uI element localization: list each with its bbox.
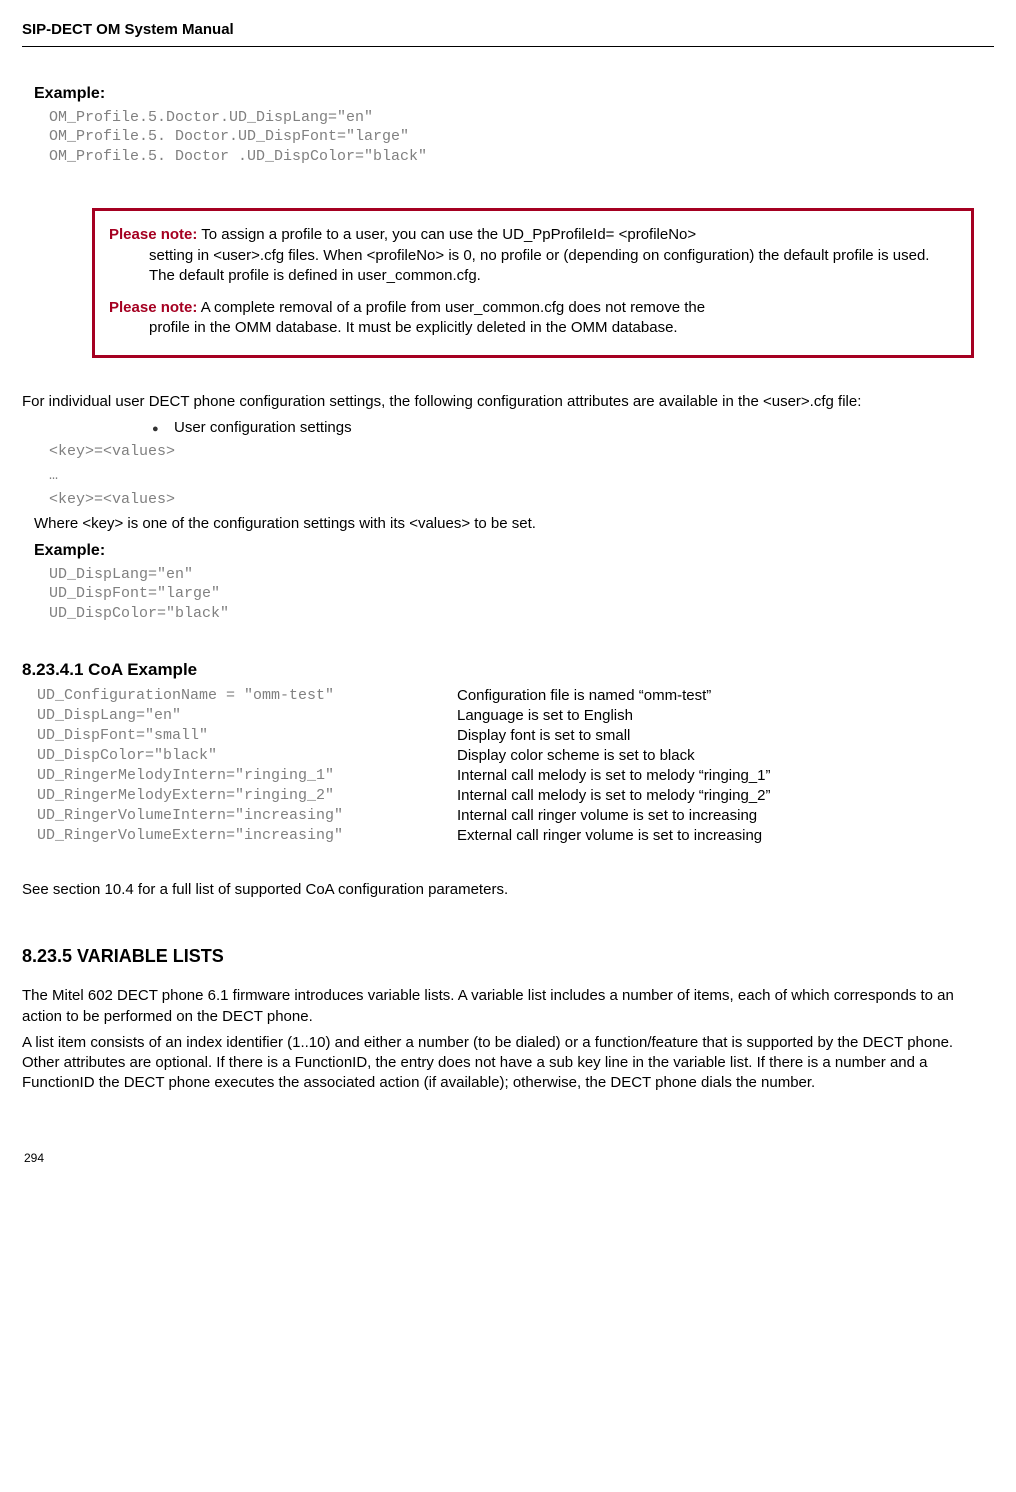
- where-line: Where <key> is one of the configuration …: [34, 514, 994, 534]
- note-2-rest: profile in the OMM database. It must be …: [149, 318, 957, 338]
- page-number: 294: [24, 1150, 994, 1166]
- intro-paragraph: For individual user DECT phone configura…: [22, 392, 994, 412]
- coa-desc-col: Configuration file is named “omm-test” L…: [457, 686, 770, 846]
- bullet-icon: ●: [152, 418, 174, 438]
- note-1-label: Please note:: [109, 226, 197, 243]
- coa-heading: 8.23.4.1 CoA Example: [22, 659, 994, 682]
- note-2-label: Please note:: [109, 299, 197, 316]
- kv-code-block: <key>=<values> … <key>=<values>: [34, 440, 994, 512]
- note-1-lead: To assign a profile to a user, you can u…: [197, 226, 696, 243]
- varlists-p1: The Mitel 602 DECT phone 6.1 firmware in…: [22, 986, 994, 1027]
- example-2-label: Example:: [34, 540, 994, 562]
- note-2: Please note: A complete removal of a pro…: [109, 298, 957, 339]
- doc-header-title: SIP-DECT OM System Manual: [22, 20, 994, 40]
- varlists-p2: A list item consists of an index identif…: [22, 1033, 994, 1094]
- bullet-user-config: ● User configuration settings: [152, 418, 994, 438]
- coa-code: UD_ConfigurationName = "omm-test" UD_Dis…: [37, 686, 457, 846]
- coa-code-col: UD_ConfigurationName = "omm-test" UD_Dis…: [22, 686, 457, 846]
- bullet-label: User configuration settings: [174, 418, 352, 438]
- note-1-rest: setting in <user>.cfg files. When <profi…: [149, 246, 957, 287]
- see-section: See section 10.4 for a full list of supp…: [22, 880, 994, 900]
- example-2-code: UD_DispLang="en" UD_DispFont="large" UD_…: [34, 565, 994, 624]
- example-1-code: OM_Profile.5.Doctor.UD_DispLang="en" OM_…: [34, 108, 994, 167]
- example-1-label: Example:: [34, 83, 994, 105]
- coa-example-row: UD_ConfigurationName = "omm-test" UD_Dis…: [22, 686, 994, 846]
- note-1: Please note: To assign a profile to a us…: [109, 225, 957, 286]
- note-box: Please note: To assign a profile to a us…: [92, 208, 974, 357]
- varlists-heading: 8.23.5 VARIABLE LISTS: [22, 944, 994, 968]
- header-rule: [22, 46, 994, 47]
- note-2-lead: A complete removal of a profile from use…: [197, 299, 705, 316]
